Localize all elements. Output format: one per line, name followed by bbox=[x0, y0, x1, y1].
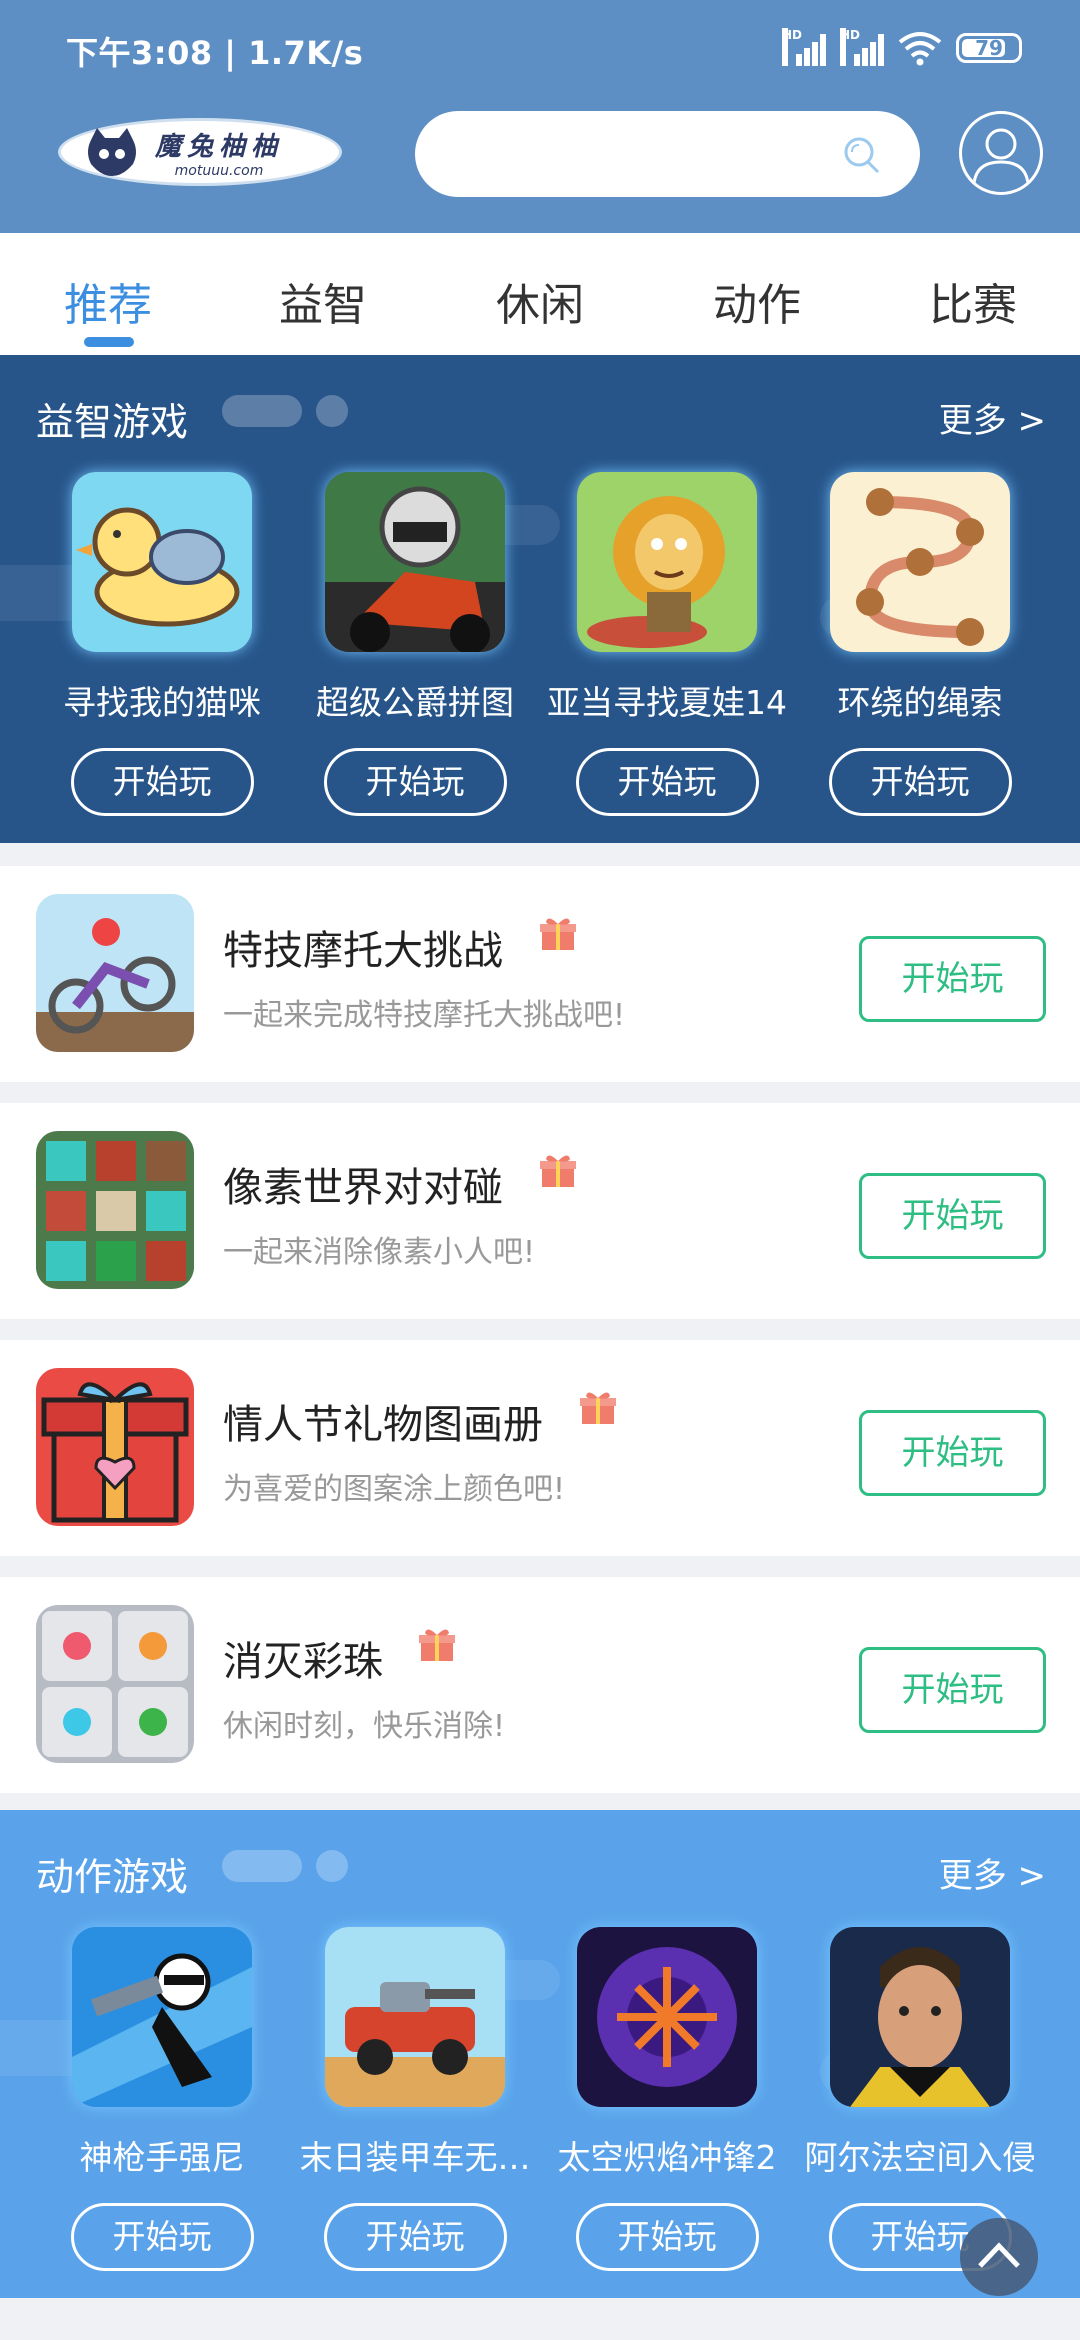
game-thumbnail[interactable] bbox=[72, 472, 252, 652]
play-button[interactable]: 开始玩 bbox=[70, 2203, 254, 2271]
game-thumbnail[interactable] bbox=[36, 1368, 194, 1526]
game-description: 一起来消除像素小人吧! bbox=[223, 1235, 536, 1270]
game-card[interactable]: 超级公爵拼图 开始玩 bbox=[289, 472, 541, 816]
play-button[interactable]: 开始玩 bbox=[859, 936, 1046, 1022]
game-thumbnail[interactable] bbox=[577, 1927, 757, 2107]
gift-icon bbox=[419, 1629, 455, 1661]
tab-casual[interactable]: 休闲 bbox=[480, 269, 600, 333]
game-thumbnail[interactable] bbox=[325, 1927, 505, 2107]
game-name: 末日装甲车无… bbox=[299, 2138, 531, 2177]
logo-domain: motuuu.com bbox=[174, 162, 264, 179]
game-thumbnail[interactable] bbox=[36, 1131, 194, 1289]
list-item[interactable]: 情人节礼物图画册 为喜爱的图案涂上颜色吧! 开始玩 bbox=[0, 1340, 1080, 1556]
game-thumbnail[interactable] bbox=[830, 1927, 1010, 2107]
cat-logo-icon bbox=[88, 128, 136, 176]
user-icon bbox=[972, 128, 1030, 185]
game-description: 为喜爱的图案涂上颜色吧! bbox=[223, 1472, 566, 1507]
game-thumbnail[interactable] bbox=[36, 894, 194, 1052]
game-name: 像素世界对对碰 bbox=[223, 1165, 503, 1211]
chevron-up-icon bbox=[978, 2242, 1020, 2268]
play-button[interactable]: 开始玩 bbox=[323, 2203, 507, 2271]
game-name: 超级公爵拼图 bbox=[316, 683, 514, 722]
status-bar: 下午3:08 | 1.7K/s HD HD 79 bbox=[0, 0, 1080, 95]
list-item[interactable]: 特技摩托大挑战 一起来完成特技摩托大挑战吧! 开始玩 bbox=[0, 866, 1080, 1082]
game-card[interactable]: 太空炽焰冲锋2 开始玩 bbox=[541, 1927, 793, 2271]
play-button[interactable]: 开始玩 bbox=[575, 2203, 759, 2271]
action-section: 动作游戏 更多 > 神枪手强尼 开始玩 末日装甲车无… 开始玩 太空炽焰冲锋2 … bbox=[0, 1810, 1080, 2298]
play-button[interactable]: 开始玩 bbox=[323, 748, 507, 816]
game-card[interactable]: 寻找我的猫咪 开始玩 bbox=[36, 472, 288, 816]
game-thumbnail[interactable] bbox=[36, 1605, 194, 1763]
tab-puzzle[interactable]: 益智 bbox=[263, 269, 383, 333]
site-logo[interactable]: 魔兔柚柚 motuuu.com bbox=[58, 118, 342, 186]
game-name: 寻找我的猫咪 bbox=[63, 683, 261, 722]
play-button[interactable]: 开始玩 bbox=[828, 748, 1012, 816]
tab-race[interactable]: 比赛 bbox=[913, 269, 1033, 333]
game-card[interactable]: 环绕的绳索 开始玩 bbox=[794, 472, 1046, 816]
play-button[interactable]: 开始玩 bbox=[859, 1410, 1046, 1496]
game-name: 亚当寻找夏娃14 bbox=[547, 683, 787, 722]
section-title: 益智游戏 bbox=[36, 400, 189, 444]
tab-recommend[interactable]: 推荐 bbox=[48, 269, 168, 333]
gift-icon bbox=[540, 918, 576, 950]
top-header: 下午3:08 | 1.7K/s HD HD 79 魔兔柚柚 motuuu.com bbox=[0, 0, 1080, 233]
game-thumbnail[interactable] bbox=[577, 472, 757, 652]
user-avatar-button[interactable] bbox=[959, 111, 1043, 195]
game-description: 休闲时刻，快乐消除! bbox=[223, 1709, 506, 1744]
signal-icon: HD bbox=[840, 28, 884, 66]
more-link[interactable]: 更多 > bbox=[939, 1848, 1046, 1897]
puzzle-section: 益智游戏 更多 > 寻找我的猫咪 开始玩 超级公爵拼图 开始玩 亚当寻找夏娃14… bbox=[0, 355, 1080, 843]
section-title: 动作游戏 bbox=[36, 1855, 189, 1899]
game-name: 特技摩托大挑战 bbox=[223, 928, 503, 974]
game-name: 神枪手强尼 bbox=[79, 2138, 245, 2177]
game-description: 一起来完成特技摩托大挑战吧! bbox=[223, 998, 626, 1033]
signal-icon: HD bbox=[782, 28, 826, 66]
game-thumbnail[interactable] bbox=[72, 1927, 252, 2107]
tab-action[interactable]: 动作 bbox=[697, 269, 817, 333]
search-input[interactable] bbox=[415, 111, 920, 197]
game-thumbnail[interactable] bbox=[830, 472, 1010, 652]
game-card[interactable]: 亚当寻找夏娃14 开始玩 bbox=[541, 472, 793, 816]
logo-title: 魔兔柚柚 bbox=[155, 131, 284, 162]
game-name: 阿尔法空间入侵 bbox=[804, 2138, 1036, 2177]
game-card[interactable]: 末日装甲车无… 开始玩 bbox=[289, 1927, 541, 2271]
game-card[interactable]: 神枪手强尼 开始玩 bbox=[36, 1927, 288, 2271]
more-link[interactable]: 更多 > bbox=[939, 393, 1046, 442]
wifi-icon bbox=[898, 32, 942, 66]
battery-icon: 79 bbox=[956, 33, 1022, 63]
game-name: 情人节礼物图画册 bbox=[223, 1402, 543, 1448]
scroll-to-top-button[interactable] bbox=[960, 2218, 1038, 2296]
play-button[interactable]: 开始玩 bbox=[575, 748, 759, 816]
gift-icon bbox=[580, 1392, 616, 1424]
status-icons: HD HD 79 bbox=[782, 28, 1022, 68]
app-screen: 下午3:08 | 1.7K/s HD HD 79 魔兔柚柚 motuuu.com… bbox=[0, 0, 1080, 2340]
list-item[interactable]: 像素世界对对碰 一起来消除像素小人吧! 开始玩 bbox=[0, 1103, 1080, 1319]
play-button[interactable]: 开始玩 bbox=[70, 748, 254, 816]
game-name: 消灭彩珠 bbox=[223, 1639, 383, 1685]
tab-active-indicator bbox=[84, 337, 134, 347]
play-button[interactable]: 开始玩 bbox=[859, 1173, 1046, 1259]
search-icon[interactable] bbox=[842, 135, 882, 175]
list-item[interactable]: 消灭彩珠 休闲时刻，快乐消除! 开始玩 bbox=[0, 1577, 1080, 1793]
battery-level: 79 bbox=[975, 36, 1003, 60]
gift-icon bbox=[540, 1155, 576, 1187]
game-name: 环绕的绳索 bbox=[837, 683, 1003, 722]
play-button[interactable]: 开始玩 bbox=[859, 1647, 1046, 1733]
game-thumbnail[interactable] bbox=[325, 472, 505, 652]
category-tabs: 推荐 益智 休闲 动作 比赛 bbox=[0, 233, 1080, 355]
game-name: 太空炽焰冲锋2 bbox=[557, 2138, 777, 2177]
status-time: 下午3:08 | 1.7K/s bbox=[66, 34, 364, 72]
